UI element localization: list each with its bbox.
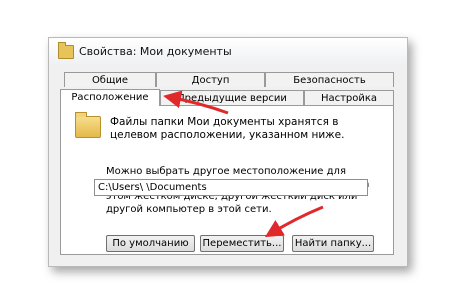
tab-previous-versions[interactable]: Предыдущие версии	[160, 90, 304, 105]
move-button[interactable]: Переместить...	[200, 235, 284, 252]
title-bar: Свойства: Мои документы	[49, 38, 407, 66]
folder-icon	[75, 112, 101, 138]
tab-sharing[interactable]: Доступ	[156, 72, 265, 87]
find-target-button[interactable]: Найти папку...	[292, 235, 374, 252]
window-title: Свойства: Мои документы	[79, 45, 232, 58]
path-field[interactable]: C:\Users\ \Documents	[94, 179, 368, 196]
properties-dialog: Свойства: Мои документы Общие Доступ Без…	[48, 37, 408, 267]
location-description: Файлы папки Мои документы хранятся в цел…	[110, 116, 345, 141]
tab-security[interactable]: Безопасность	[265, 72, 394, 87]
tab-general[interactable]: Общие	[64, 72, 156, 87]
folder-icon	[58, 42, 74, 59]
restore-default-button[interactable]: По умолчанию	[106, 235, 195, 252]
tab-customize[interactable]: Настройка	[304, 90, 394, 105]
tab-location[interactable]: Расположение	[60, 89, 160, 106]
